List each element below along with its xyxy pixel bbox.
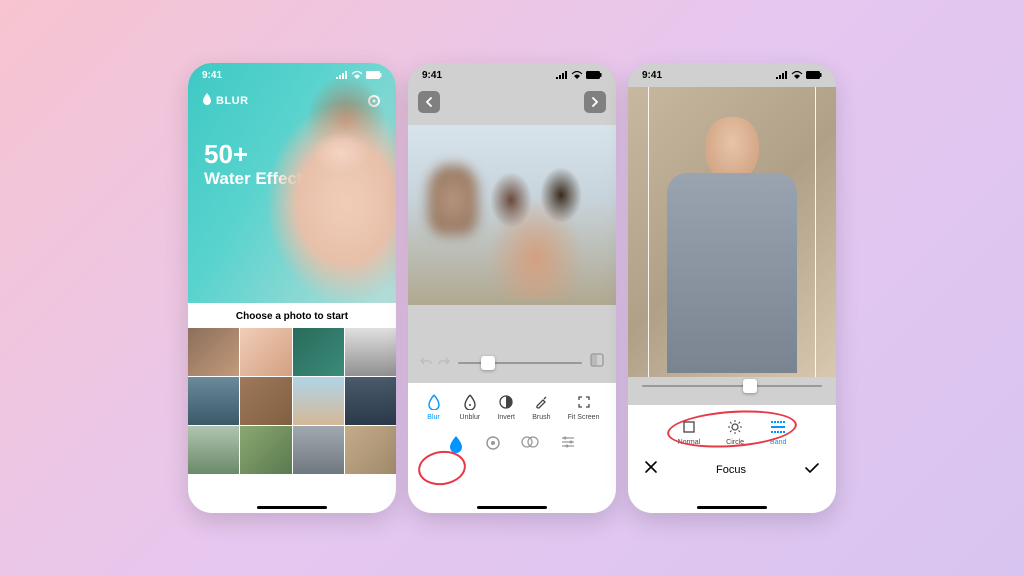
signal-icon <box>556 71 568 79</box>
cancel-button[interactable] <box>644 460 658 479</box>
status-bar: 9:41 <box>188 63 396 87</box>
bottom-panel: Blur Unblur Invert Brush Fit Screen <box>408 383 616 513</box>
choose-photo-label: Choose a photo to start <box>188 303 396 328</box>
mode-blur[interactable] <box>448 435 464 458</box>
brand-text: BLUR <box>216 95 249 107</box>
undo-button[interactable] <box>420 354 432 372</box>
undo-redo <box>420 354 450 372</box>
focus-mode-label: Band <box>770 439 786 446</box>
focus-mode-band[interactable]: Band <box>770 419 786 446</box>
home-indicator[interactable] <box>257 506 327 509</box>
fit-screen-icon <box>575 393 593 411</box>
hero-headline: 50+ Water Effects <box>204 141 312 189</box>
battery-icon <box>366 71 382 79</box>
status-icons <box>556 71 602 79</box>
nav-row <box>408 91 616 113</box>
photo-thumb[interactable] <box>293 426 344 474</box>
tool-label: Unblur <box>460 414 481 421</box>
brush-icon <box>532 393 550 411</box>
wifi-icon <box>351 71 363 79</box>
tool-label: Invert <box>497 414 515 421</box>
panel-title: Focus <box>716 464 746 476</box>
sun-icon <box>727 419 743 435</box>
phone-screen-focus: 9:41 Normal Circle Band <box>628 63 836 513</box>
phone-screen-editor: 9:41 Blur Unblur <box>408 63 616 513</box>
home-indicator[interactable] <box>477 506 547 509</box>
focus-mode-row: Normal Circle Band <box>628 405 836 454</box>
tool-label: Fit Screen <box>568 414 600 421</box>
intensity-slider[interactable] <box>642 385 822 387</box>
signal-icon <box>336 71 348 79</box>
intensity-slider[interactable] <box>458 362 582 364</box>
slider-row <box>628 385 836 387</box>
focus-mode-label: Circle <box>726 439 744 446</box>
headline-text: Water Effects <box>204 169 312 189</box>
tool-invert[interactable]: Invert <box>497 393 515 421</box>
square-icon <box>681 419 697 435</box>
tool-label: Blur <box>427 414 439 421</box>
slider-thumb[interactable] <box>743 379 757 393</box>
tool-row: Blur Unblur Invert Brush Fit Screen <box>408 383 616 427</box>
contrast-icon <box>497 393 515 411</box>
headline-count: 50+ <box>204 141 312 167</box>
photo-grid <box>188 328 396 513</box>
signal-icon <box>776 71 788 79</box>
status-time: 9:41 <box>422 70 442 81</box>
back-button[interactable] <box>418 91 440 113</box>
droplet-outline-icon <box>425 393 443 411</box>
photo-thumb[interactable] <box>240 377 291 425</box>
photo-thumb[interactable] <box>188 328 239 376</box>
tool-unblur[interactable]: Unblur <box>460 393 481 421</box>
photo-thumb[interactable] <box>240 426 291 474</box>
editor-canvas[interactable] <box>408 125 616 305</box>
brand-logo: BLUR <box>202 93 249 108</box>
status-icons <box>776 71 822 79</box>
photo-thumb[interactable] <box>293 377 344 425</box>
battery-icon <box>586 71 602 79</box>
status-time: 9:41 <box>202 70 222 81</box>
editor-canvas[interactable] <box>628 87 836 377</box>
mode-focus[interactable] <box>485 435 501 458</box>
redo-button[interactable] <box>438 354 450 372</box>
photo-thumb[interactable] <box>345 328 396 376</box>
status-time: 9:41 <box>642 70 662 81</box>
slider-row <box>408 353 616 372</box>
photo-thumb[interactable] <box>293 328 344 376</box>
mode-row <box>408 427 616 458</box>
status-icons <box>336 71 382 79</box>
slider-thumb[interactable] <box>481 356 495 370</box>
tool-fit-screen[interactable]: Fit Screen <box>568 393 600 421</box>
droplet-plus-icon <box>461 393 479 411</box>
forward-button[interactable] <box>584 91 606 113</box>
subject-placeholder <box>662 117 802 377</box>
compare-button[interactable] <box>590 353 604 372</box>
status-bar: 9:41 <box>628 63 836 87</box>
mode-adjust[interactable] <box>560 435 576 458</box>
wifi-icon <box>571 71 583 79</box>
photo-thumb[interactable] <box>188 426 239 474</box>
home-indicator[interactable] <box>697 506 767 509</box>
mode-overlay[interactable] <box>521 435 539 458</box>
photo-thumb[interactable] <box>345 377 396 425</box>
confirm-button[interactable] <box>804 461 820 479</box>
focus-mode-label: Normal <box>678 439 701 446</box>
band-icon <box>770 419 786 435</box>
battery-icon <box>806 71 822 79</box>
wifi-icon <box>791 71 803 79</box>
title-row: Focus <box>628 454 836 479</box>
photo-thumb[interactable] <box>240 328 291 376</box>
tool-label: Brush <box>532 414 550 421</box>
phone-screen-home: 9:41 BLUR 50+ Water Effects Choose a pho… <box>188 63 396 513</box>
focus-mode-circle[interactable]: Circle <box>726 419 744 446</box>
photo-thumb[interactable] <box>345 426 396 474</box>
status-bar: 9:41 <box>408 63 616 87</box>
photo-thumb[interactable] <box>188 377 239 425</box>
tool-brush[interactable]: Brush <box>532 393 550 421</box>
hero-banner: BLUR 50+ Water Effects <box>188 63 396 303</box>
bottom-panel: Normal Circle Band Focus <box>628 405 836 513</box>
droplet-icon <box>202 93 212 108</box>
focus-mode-normal[interactable]: Normal <box>678 419 701 446</box>
settings-button[interactable] <box>366 93 382 114</box>
tool-blur[interactable]: Blur <box>425 393 443 421</box>
